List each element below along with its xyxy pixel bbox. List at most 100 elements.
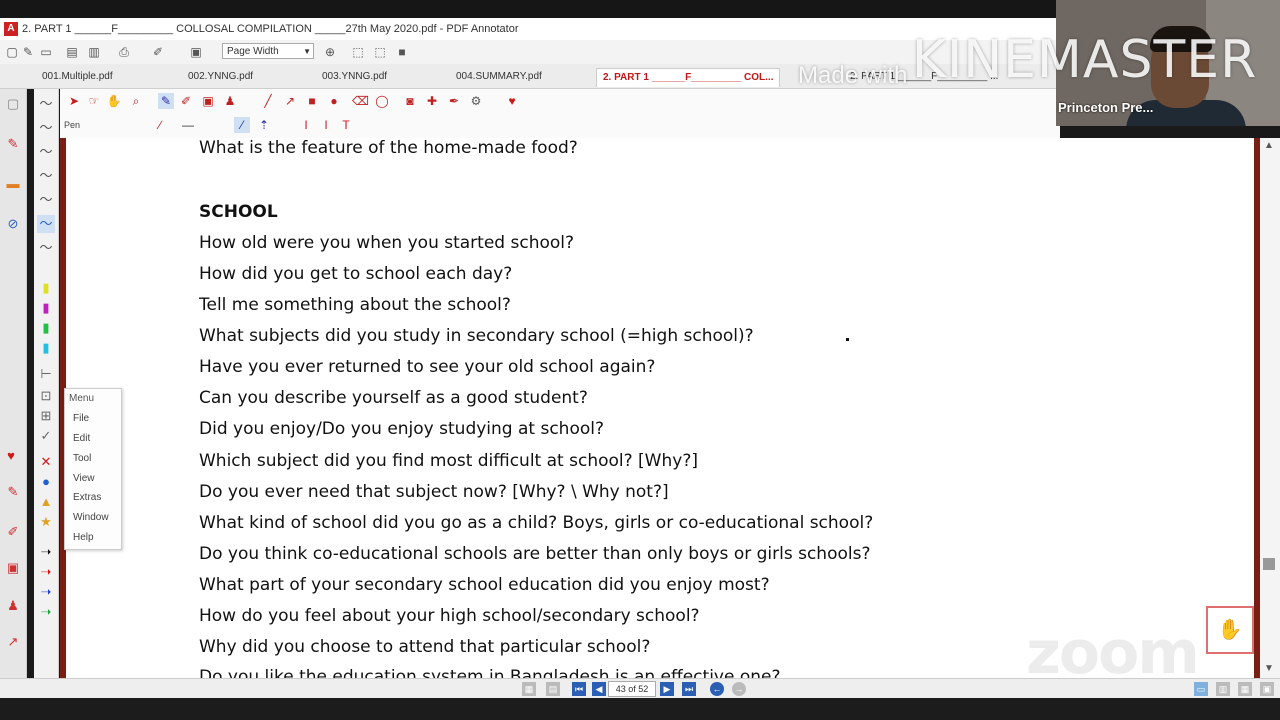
previous-page-icon[interactable]: ◀	[592, 682, 606, 696]
tab-doc-5-active[interactable]: 2. PART 1 ______F_________ COL...	[596, 68, 781, 87]
picture-icon[interactable]: ▣	[4, 559, 22, 577]
select-icon[interactable]: ➤	[66, 93, 82, 109]
scroll-up-icon[interactable]: ▲	[1264, 140, 1274, 151]
next-page-icon[interactable]: ▶	[660, 682, 674, 696]
pen-preset-7-icon[interactable]: 〜	[37, 239, 55, 257]
hand-icon[interactable]: ✋	[106, 93, 122, 109]
info-icon[interactable]: ●	[37, 473, 55, 491]
page-indicator[interactable]: 43 of 52	[608, 681, 656, 697]
scrollbar-thumb[interactable]	[1263, 558, 1275, 570]
pointer-icon[interactable]: ☞	[86, 93, 102, 109]
pen-tool-icon[interactable]: ✎	[158, 93, 174, 109]
star-icon[interactable]: ★	[37, 513, 55, 531]
straighten-icon[interactable]: ⇡	[256, 117, 272, 133]
fit-page-icon[interactable]: ⬚	[350, 44, 366, 60]
favorites-heart-icon[interactable]: ♥	[504, 93, 520, 109]
arrow-tool-icon[interactable]: ↗	[4, 633, 22, 651]
new-icon[interactable]: ✎	[20, 44, 36, 60]
back-icon[interactable]: ←	[710, 682, 724, 696]
thumbnails-icon[interactable]: ▦	[522, 682, 536, 696]
marker-icon[interactable]: ✒	[446, 93, 462, 109]
tab-doc-4[interactable]: 004.SUMMARY.pdf	[456, 68, 542, 86]
raise-hand-icon[interactable]: ✋	[1206, 606, 1254, 654]
blue-arrow-icon[interactable]: ➝	[37, 583, 55, 601]
camera-icon[interactable]: ◙	[402, 93, 418, 109]
highlighter-pen-icon[interactable]: ✐	[4, 523, 22, 541]
pen-preset-2-icon[interactable]: 〜	[37, 119, 55, 137]
menu-item-tool[interactable]: Tool	[73, 453, 91, 464]
menu-item-edit[interactable]: Edit	[73, 433, 90, 444]
ellipse-icon[interactable]: ●	[326, 93, 342, 109]
line-icon[interactable]: ╱	[260, 93, 276, 109]
save-as-icon[interactable]: ▥	[86, 44, 102, 60]
warning-icon[interactable]: ▲	[37, 493, 55, 511]
pen-preset-4-icon[interactable]: 〜	[37, 167, 55, 185]
scroll-down-icon[interactable]: ▼	[1264, 663, 1274, 674]
red-arrow-icon[interactable]: ➝	[37, 563, 55, 581]
fullscreen-view-icon[interactable]: ▣	[1260, 682, 1274, 696]
yellow-marker-icon[interactable]: ▮	[37, 279, 55, 297]
magnifier-icon[interactable]: ⌕	[128, 93, 144, 109]
more-tools-icon[interactable]: ⚙	[468, 93, 484, 109]
save-icon[interactable]: ▤	[64, 44, 80, 60]
pen-preset-3-icon[interactable]: 〜	[37, 143, 55, 161]
image-icon[interactable]: ▣	[200, 93, 216, 109]
pen-preset-5-icon[interactable]: 〜	[37, 191, 55, 209]
page-icon[interactable]: ▣	[188, 44, 204, 60]
check-icon[interactable]: ✓	[37, 427, 55, 445]
strikeout-icon[interactable]: T	[338, 117, 354, 133]
eraser-icon[interactable]: ⌫	[352, 93, 369, 109]
box-tool-2-icon[interactable]: ⊞	[37, 407, 55, 425]
two-page-view-icon[interactable]: ▥	[1216, 682, 1230, 696]
open-folder-icon[interactable]: ▭	[38, 44, 54, 60]
menu-item-view[interactable]: View	[73, 473, 95, 484]
rectangle-icon[interactable]: ■	[304, 93, 320, 109]
pen-icon[interactable]: ✎	[4, 135, 22, 153]
text-format-icon[interactable]: I	[318, 117, 334, 133]
folder-icon[interactable]: ▬	[4, 175, 22, 193]
fit-width-icon[interactable]: ⬚	[372, 44, 388, 60]
new-document-icon[interactable]: ▢	[4, 44, 20, 60]
edit-icon[interactable]: ✐	[150, 44, 166, 60]
pen-color-icon[interactable]: ∕	[152, 117, 168, 133]
stamp-tool-icon[interactable]: ♟	[4, 597, 22, 615]
stamp-icon[interactable]: ♟	[222, 93, 238, 109]
zoom-in-icon[interactable]: ⊕	[322, 44, 338, 60]
highlighter-icon[interactable]: ✐	[178, 93, 194, 109]
menu-item-window[interactable]: Window	[73, 512, 109, 523]
attachment-icon[interactable]: ⊘	[4, 215, 22, 233]
pdf-page[interactable]: What is the feature of the home-made foo…	[60, 138, 1260, 678]
layout-icon[interactable]: ▤	[546, 682, 560, 696]
grid-view-icon[interactable]: ▦	[1238, 682, 1252, 696]
tab-doc-3[interactable]: 003.YNNG.pdf	[322, 68, 387, 86]
lasso-icon[interactable]: ◯	[374, 93, 390, 109]
favorite-heart-icon[interactable]: ♥	[2, 447, 20, 465]
green-marker-icon[interactable]: ▮	[37, 319, 55, 337]
forward-icon[interactable]: →	[732, 682, 746, 696]
tab-doc-2[interactable]: 002.YNNG.pdf	[188, 68, 253, 86]
black-arrow-icon[interactable]: ➝	[37, 543, 55, 561]
pen-preset-1-icon[interactable]: 〜	[37, 95, 55, 113]
magenta-marker-icon[interactable]: ▮	[37, 299, 55, 317]
menu-item-file[interactable]: File	[73, 413, 89, 424]
cyan-marker-icon[interactable]: ▮	[37, 339, 55, 357]
tab-doc-1[interactable]: 001.Multiple.pdf	[42, 68, 113, 86]
page-thumbnail-icon[interactable]: ▢	[4, 95, 22, 113]
text-cursor-icon[interactable]: I	[298, 117, 314, 133]
pen-preset-6-icon[interactable]: 〜	[37, 215, 55, 233]
vertical-scrollbar[interactable]: ▲ ▼	[1260, 138, 1280, 678]
fullscreen-icon[interactable]: ■	[394, 44, 410, 60]
menu-item-help[interactable]: Help	[73, 532, 94, 543]
line-style-icon[interactable]: —	[180, 117, 196, 133]
line-tool-icon[interactable]: ⊢	[37, 365, 55, 383]
menu-item-extras[interactable]: Extras	[73, 492, 101, 503]
red-pen-icon[interactable]: ✎	[4, 483, 22, 501]
box-tool-icon[interactable]: ⊡	[37, 387, 55, 405]
last-page-icon[interactable]: ⏭	[682, 682, 696, 696]
smooth-stroke-icon[interactable]: ⁄	[234, 117, 250, 133]
close-mark-icon[interactable]: ✕	[37, 453, 55, 471]
zoom-mode-select[interactable]: Page Width ▼	[222, 43, 314, 59]
print-icon[interactable]: ⎙	[116, 44, 132, 60]
arrow-icon[interactable]: ↗	[282, 93, 298, 109]
first-page-icon[interactable]: ⏮	[572, 682, 586, 696]
